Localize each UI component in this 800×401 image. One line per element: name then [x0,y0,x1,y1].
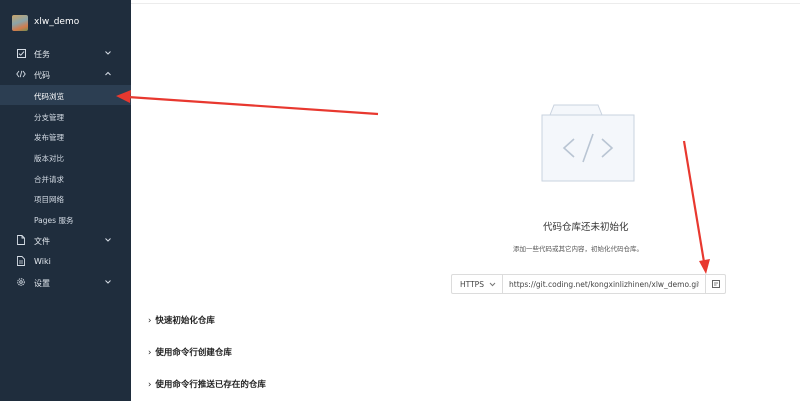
project-header[interactable]: xlw_demo [0,0,131,42]
copy-icon [712,280,720,288]
chevron-right-icon: › [148,348,152,358]
chevron-down-icon [489,281,496,288]
sidebar-item-label: 代码 [34,71,50,80]
chevron-right-icon: › [148,316,152,326]
checkbox-icon [16,48,26,58]
chevron-right-icon: › [148,380,152,390]
document-icon [16,256,26,266]
file-icon [16,235,26,245]
arrow-to-copy-button [682,140,706,263]
sidebar-subitem-label: 代码浏览 [34,92,64,101]
sidebar-subitem-pages[interactable]: Pages 服务 [0,209,131,229]
arrow-head [699,259,710,274]
sidebar-subitem-merge-requests[interactable]: 合并请求 [0,168,131,188]
protocol-select[interactable]: HTTPS [452,275,503,293]
sidebar-subitem-branches[interactable]: 分支管理 [0,106,131,126]
sidebar-item-settings[interactable]: 设置 [0,272,131,292]
chevron-down-icon [104,236,112,244]
section-quick-init[interactable]: › 快速初始化仓库 [148,314,215,326]
sidebar-subitem-label: 发布管理 [34,133,64,142]
protocol-value: HTTPS [460,280,484,289]
arrow-to-code-browse [127,95,379,116]
sidebar-item-wiki[interactable]: Wiki [0,251,131,271]
sidebar: xlw_demo 任务 代码 代码浏览 分支管理 发布管理 版本对比 合并请求 … [0,0,131,401]
project-name: xlw_demo [34,17,80,27]
sidebar-item-label: 文件 [34,237,50,246]
sidebar-subitem-label: 版本对比 [34,154,64,163]
sidebar-subitem-code-browse[interactable]: 代码浏览 [0,85,131,105]
copy-button[interactable] [705,275,726,293]
gear-icon [16,277,26,287]
sidebar-subitem-label: Pages 服务 [34,216,74,225]
top-divider [131,3,800,4]
clone-url-input[interactable]: https://git.coding.net/kongxinlizhinen/x… [509,280,699,289]
section-label: 使用命令行推送已存在的仓库 [155,380,266,390]
sidebar-item-tasks[interactable]: 任务 [0,43,131,63]
sidebar-subitem-label: 项目网络 [34,195,64,204]
sidebar-subitem-network[interactable]: 项目网络 [0,188,131,208]
section-label: 快速初始化仓库 [155,316,215,326]
section-label: 使用命令行创建仓库 [155,348,232,358]
section-cli-create[interactable]: › 使用命令行创建仓库 [148,346,232,358]
empty-title: 代码仓库还未初始化 [543,222,629,233]
sidebar-subitem-label: 合并请求 [34,175,64,184]
chevron-up-icon [104,70,112,78]
sidebar-subitem-releases[interactable]: 发布管理 [0,126,131,146]
project-avatar [12,15,28,31]
empty-repo-folder-icon [541,104,635,182]
section-cli-push-existing[interactable]: › 使用命令行推送已存在的仓库 [148,378,266,390]
chevron-down-icon [104,278,112,286]
sidebar-subitem-label: 分支管理 [34,113,64,122]
code-brackets-icon [16,69,26,79]
sidebar-item-code[interactable]: 代码 [0,64,131,84]
clone-url-box: HTTPS https://git.coding.net/kongxinlizh… [451,274,726,294]
sidebar-subitem-compare[interactable]: 版本对比 [0,147,131,167]
sidebar-item-files[interactable]: 文件 [0,230,131,250]
sidebar-item-label: Wiki [34,257,51,266]
sidebar-item-label: 任务 [34,50,50,59]
empty-description: 添加一些代码或其它内容，初始化代码仓库。 [513,245,643,253]
sidebar-item-label: 设置 [34,279,50,288]
chevron-down-icon [104,49,112,57]
